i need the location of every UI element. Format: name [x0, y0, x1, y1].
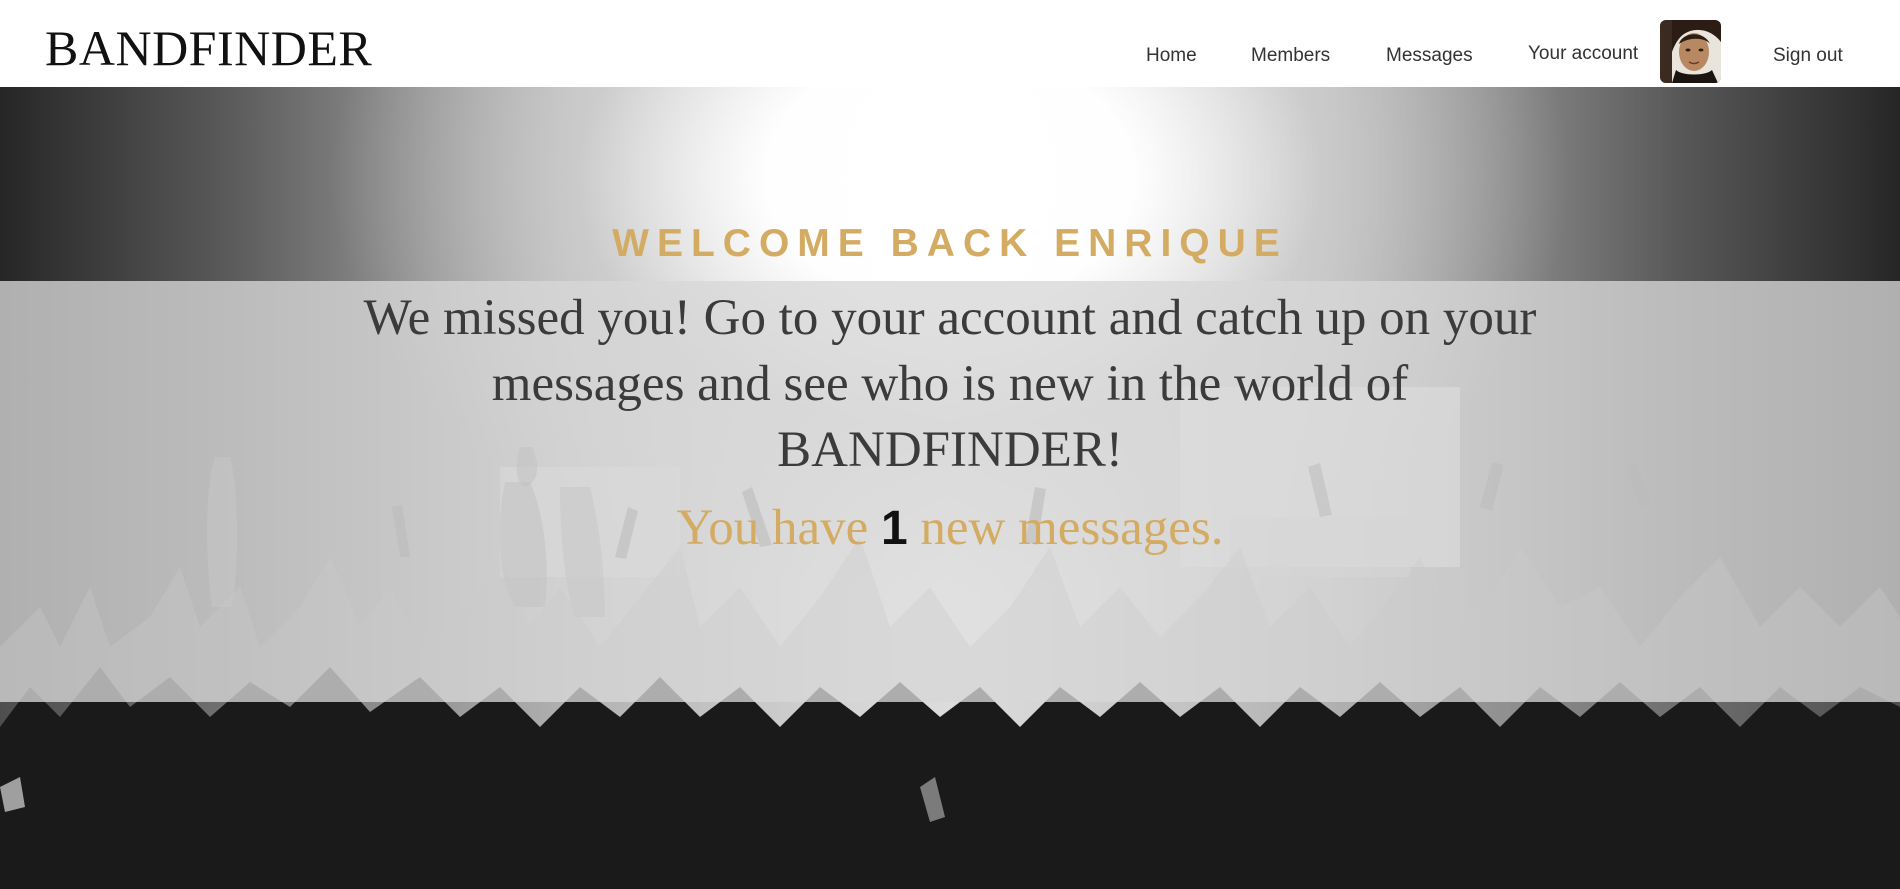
- new-messages-prefix: You have: [676, 500, 869, 556]
- nav-your-account[interactable]: Your account: [1528, 42, 1638, 66]
- nav-messages[interactable]: Messages: [1386, 44, 1473, 68]
- hero-banner: [0, 87, 1900, 889]
- user-avatar[interactable]: [1660, 20, 1721, 83]
- new-messages-suffix: new messages.: [920, 500, 1224, 556]
- welcome-title: WELCOME BACK ENRIQUE: [612, 222, 1288, 265]
- site-logo[interactable]: BANDFINDER: [45, 18, 372, 78]
- avatar-image: [1660, 20, 1721, 83]
- nav-home[interactable]: Home: [1146, 44, 1197, 68]
- new-messages-count: 1: [880, 502, 908, 555]
- new-messages-line: You have 1 new messages.: [0, 498, 1900, 559]
- nav-sign-out[interactable]: Sign out: [1773, 44, 1843, 68]
- site-header: BANDFINDER Home Members Messages Your ac…: [0, 0, 1900, 87]
- nav-members[interactable]: Members: [1251, 44, 1330, 68]
- welcome-message: We missed you! Go to your account and ca…: [363, 290, 1537, 478]
